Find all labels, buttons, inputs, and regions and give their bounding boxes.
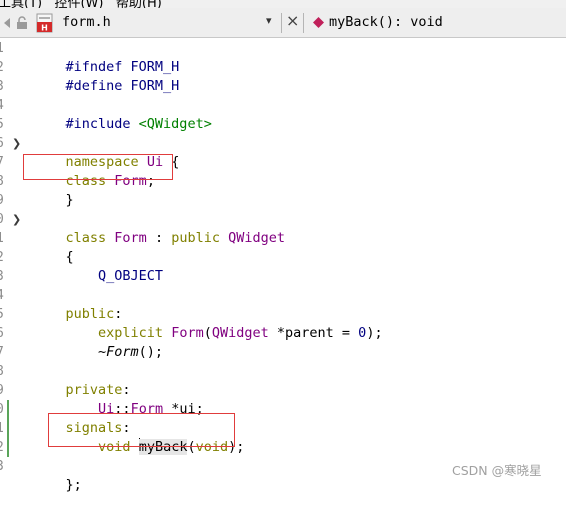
- back-arrow-icon[interactable]: [2, 17, 12, 29]
- menu-bar-items[interactable]: 工具(T) 控件(W) 帮助(H): [0, 0, 162, 8]
- code-text: );: [366, 325, 383, 341]
- toolbar-separator: [281, 13, 282, 33]
- code-line: class Form : public QWidget: [33, 210, 286, 246]
- code-text: ~: [65, 344, 107, 360]
- code-line: #include <QWidget>: [33, 96, 212, 132]
- code-line: {: [33, 229, 74, 265]
- code-line: #define FORM_H: [33, 58, 180, 94]
- class-name: Form: [171, 325, 204, 341]
- code-text: *parent =: [268, 325, 359, 341]
- watermark: CSDN @寒晓星: [452, 463, 542, 478]
- line-number: 5: [0, 115, 8, 134]
- code-line: };: [33, 457, 82, 493]
- fold-toggle-icon[interactable]: ❯: [12, 134, 21, 153]
- line-number: 2: [0, 248, 8, 267]
- fold-toggle-icon[interactable]: ❯: [12, 210, 21, 229]
- code-text: ();: [138, 344, 164, 360]
- line-number: 3: [0, 267, 8, 286]
- line-number: 1: [0, 229, 8, 248]
- file-dropdown-icon[interactable]: ▾: [266, 14, 272, 27]
- line-number: 8: [0, 172, 8, 191]
- line-number: 7: [0, 343, 8, 362]
- code-text: :: [146, 230, 172, 246]
- line-number: 9: [0, 191, 8, 210]
- code-line: Ui::Form *ui;: [33, 381, 204, 417]
- code-line: ~Form();: [33, 324, 163, 360]
- change-marker: [7, 400, 9, 457]
- line-number: 1: [0, 39, 8, 58]
- line-number: 9: [0, 381, 8, 400]
- close-document-icon[interactable]: ×: [286, 11, 299, 30]
- code-line: private:: [33, 362, 131, 398]
- line-number: 3: [0, 457, 8, 476]
- function-symbol-icon: [313, 17, 324, 28]
- preprocessor-directive: #define FORM_H: [65, 78, 180, 94]
- editor-toolbar: H form.h ▾ × myBack(): void: [0, 8, 566, 38]
- code-line: explicit Form(QWidget *parent = 0);: [33, 305, 383, 341]
- annotation-box: [48, 413, 235, 447]
- header-file-icon: H: [36, 13, 53, 33]
- menu-bar: 工具(T) 控件(W) 帮助(H): [0, 0, 566, 8]
- code-line: namespace Ui {: [33, 134, 180, 170]
- line-number: 4: [0, 286, 8, 305]
- svg-text:H: H: [41, 24, 48, 33]
- preprocessor-directive: #include: [65, 116, 139, 132]
- function-selector[interactable]: myBack(): void: [329, 14, 443, 30]
- class-name: Form: [114, 230, 147, 246]
- line-number: 4: [0, 96, 8, 115]
- code-text: }: [65, 192, 74, 208]
- line-number: 0: [0, 210, 8, 229]
- line-number: 7: [0, 153, 8, 172]
- code-line: public:: [33, 286, 123, 322]
- code-line: Q_OBJECT: [33, 248, 163, 284]
- macro: Q_OBJECT: [98, 268, 164, 284]
- line-number: 6: [0, 324, 8, 343]
- toolbar-separator: [303, 13, 304, 33]
- include-path: <QWidget>: [138, 116, 212, 132]
- class-name: QWidget: [211, 325, 269, 341]
- destructor-name: Form: [106, 344, 139, 360]
- annotation-box: [23, 154, 173, 180]
- code-editor[interactable]: 1 2 3 4 5 6 7 8 9 0 1 2 3 4 5 6 7 8 9 0 …: [0, 38, 566, 493]
- line-number: 5: [0, 305, 8, 324]
- code-text: };: [65, 477, 82, 493]
- lock-icon[interactable]: [16, 16, 28, 30]
- code-line: #ifndef FORM_H: [33, 39, 180, 75]
- class-name: QWidget: [228, 230, 286, 246]
- line-number: 2: [0, 58, 8, 77]
- keyword: public: [171, 230, 220, 246]
- line-number: 8: [0, 362, 8, 381]
- code-text: (: [203, 325, 212, 341]
- line-number: 3: [0, 77, 8, 96]
- file-name-label[interactable]: form.h: [62, 14, 111, 30]
- line-number: 6: [0, 134, 8, 153]
